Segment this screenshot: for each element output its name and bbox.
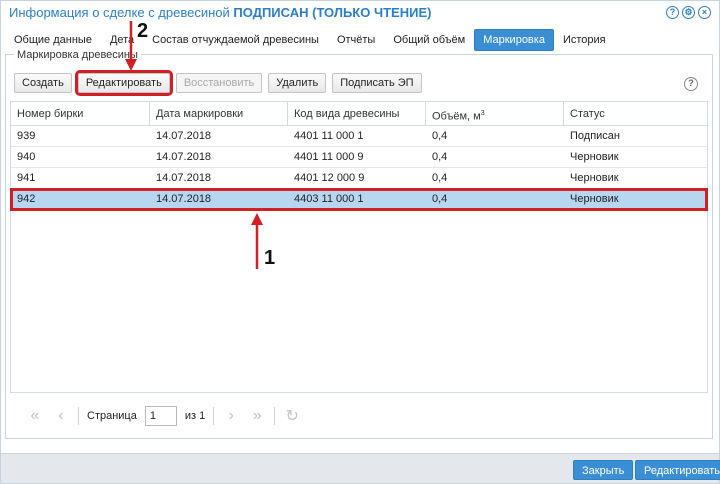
tab-bar: Общие данные Дета Состав отчуждаемой дре… [5, 29, 615, 51]
tab-reports[interactable]: Отчёты [328, 29, 384, 51]
cell-code: 4401 11 000 1 [294, 130, 364, 142]
pager-divider [213, 407, 215, 425]
settings-icon[interactable]: ⚙ [682, 6, 695, 19]
column-header-volume[interactable]: Объём, м3 [426, 102, 564, 126]
pager-divider [274, 407, 276, 425]
table-row[interactable]: 941 14.07.2018 4401 12 000 9 0,4 Чернови… [11, 168, 707, 189]
cell-date: 14.07.2018 [156, 130, 212, 142]
window-controls: ? ⚙ × [666, 6, 711, 19]
cell-volume: 0,4 [432, 151, 448, 163]
cell-code: 4401 11 000 9 [294, 151, 364, 163]
cell-status: Черновик [570, 193, 619, 205]
pagination: « ‹ Страница из 1 › » ↻ [26, 405, 301, 427]
first-page-icon[interactable]: « [26, 407, 44, 425]
volume-header-label: Объём, м [432, 110, 481, 123]
next-page-icon[interactable]: › [222, 407, 240, 425]
close-button[interactable]: Закрыть [573, 460, 634, 480]
create-button[interactable]: Создать [14, 73, 72, 93]
cell-volume: 0,4 [432, 172, 448, 184]
column-header-status[interactable]: Статус [564, 102, 707, 126]
footer-bar: Закрыть Редактировать [1, 453, 720, 483]
last-page-icon[interactable]: » [248, 407, 266, 425]
marking-panel: Маркировка древесины Создать Редактирова… [5, 49, 713, 439]
volume-header-sup: 3 [480, 110, 485, 117]
panel-legend: Маркировка древесины [14, 49, 141, 61]
column-header-code[interactable]: Код вида древесины [288, 102, 426, 126]
help-icon[interactable]: ? [666, 6, 679, 19]
annotation-marker-1: 1 [264, 247, 276, 269]
marking-grid: Номер бирки Дата маркировки Код вида дре… [10, 101, 708, 393]
cell-date: 14.07.2018 [156, 172, 212, 184]
close-icon[interactable]: × [698, 6, 711, 19]
cell-tag: 942 [17, 193, 36, 205]
deal-info-window: Информация о сделке с древесиной ПОДПИСА… [0, 0, 720, 484]
pager-divider [78, 407, 79, 425]
table-row[interactable]: 940 14.07.2018 4401 11 000 9 0,4 Чернови… [11, 147, 707, 168]
edit-button[interactable]: Редактировать [74, 70, 173, 96]
cell-date: 14.07.2018 [156, 193, 212, 205]
window-title: Информация о сделке с древесиной ПОДПИСА… [9, 5, 431, 20]
cell-tag: 939 [17, 130, 36, 142]
cell-date: 14.07.2018 [156, 151, 212, 163]
tab-general[interactable]: Общие данные [5, 29, 101, 51]
restore-button[interactable]: Восстановить [175, 73, 263, 93]
page-number-input[interactable] [144, 406, 177, 426]
refresh-icon[interactable]: ↻ [283, 406, 301, 426]
title-bar: Информация о сделке с древесиной ПОДПИСА… [1, 1, 719, 25]
cell-status: Подписан [570, 130, 620, 142]
panel-help-icon[interactable]: ? [684, 77, 698, 91]
page-count-label: из 1 [184, 410, 206, 422]
tab-composition[interactable]: Состав отчуждаемой древесины [143, 29, 328, 51]
sign-button[interactable]: Подписать ЭП [332, 73, 422, 93]
cell-status: Черновик [570, 151, 619, 163]
marking-toolbar: Создать Редактировать Восстановить Удали… [14, 70, 422, 96]
tab-total-volume[interactable]: Общий объём [384, 29, 474, 51]
cell-status: Черновик [570, 172, 619, 184]
cell-tag: 940 [17, 151, 36, 163]
cell-volume: 0,4 [432, 130, 448, 142]
cell-code: 4401 12 000 9 [294, 172, 365, 184]
tab-history[interactable]: История [554, 29, 615, 51]
cell-volume: 0,4 [432, 193, 448, 205]
cell-code: 4403 11 000 1 [294, 193, 364, 205]
footer-edit-button[interactable]: Редактировать [635, 460, 720, 480]
column-header-tag[interactable]: Номер бирки [11, 102, 150, 126]
delete-button[interactable]: Удалить [268, 73, 327, 93]
column-header-date[interactable]: Дата маркировки [150, 102, 288, 126]
annotation-marker-2: 2 [137, 20, 149, 42]
cell-tag: 941 [17, 172, 36, 184]
page-label: Страница [87, 410, 137, 422]
title-suffix: (ТОЛЬКО ЧТЕНИЕ) [312, 5, 432, 20]
prev-page-icon[interactable]: ‹ [52, 407, 70, 425]
table-row[interactable]: 939 14.07.2018 4401 11 000 1 0,4 Подписа… [11, 126, 707, 147]
tab-marking[interactable]: Маркировка [474, 29, 554, 51]
title-status: ПОДПИСАН [233, 5, 309, 20]
table-row-selected[interactable]: 942 14.07.2018 4403 11 000 1 0,4 Чернови… [10, 188, 708, 211]
title-prefix: Информация о сделке с древесиной [9, 5, 230, 20]
grid-header: Номер бирки Дата маркировки Код вида дре… [11, 102, 707, 126]
